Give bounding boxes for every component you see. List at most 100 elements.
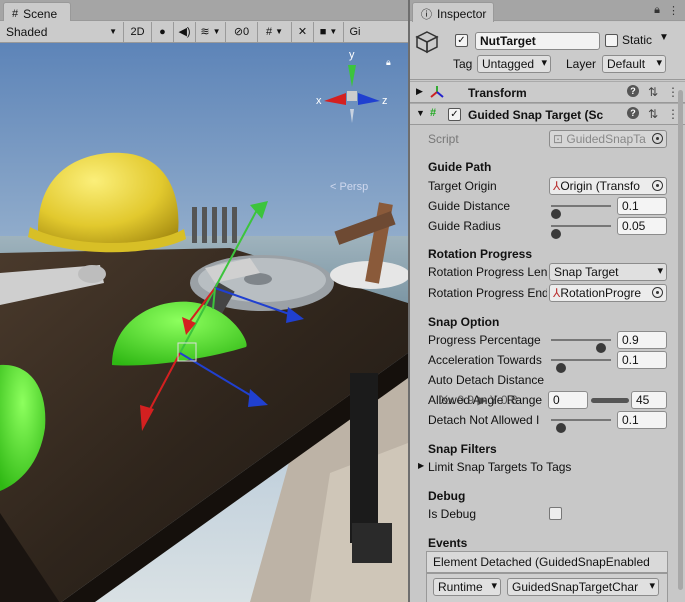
lock-icon[interactable]: 🔒︎: [386, 57, 391, 68]
perspective-label[interactable]: < Persp: [330, 181, 368, 193]
2d-label: 2D: [130, 25, 145, 38]
guide-distance-field[interactable]: 0.1: [617, 197, 667, 215]
script-value: GuidedSnapTa: [566, 132, 646, 146]
tag-label: Tag: [453, 57, 473, 71]
target-origin-field[interactable]: ⅄Origin (Transfo: [549, 177, 667, 195]
inspector-tab[interactable]: ⓘ Inspector: [412, 2, 494, 22]
allowed-angle-row: Allowed Angle Range Xx 0.9 ▶ Y 0.8 0 45: [410, 390, 675, 410]
detach-not-allowed-label: Detach Not Allowed I: [428, 413, 540, 427]
gizmo-center-cube[interactable]: [347, 91, 357, 101]
rotation-progress-len-dropdown[interactable]: Snap Target: [549, 263, 667, 281]
guide-radius-slider[interactable]: [551, 225, 611, 239]
scene-panel: # Scene Shaded ▼ 2D ● ◀) ≋ ▼ ⊘ 0 # ▼ ✕ ■…: [0, 0, 408, 602]
guide-distance-slider[interactable]: [551, 205, 611, 219]
guided-snap-component-header[interactable]: ▼ # ✓ Guided Snap Target (Sc ? ⇅ ⋮: [410, 103, 685, 125]
transform-component-header[interactable]: ▶ Transform ? ⇅ ⋮: [410, 81, 685, 103]
acceleration-row: Acceleration Towards 0.1: [410, 350, 675, 373]
grid-icon: #: [12, 7, 19, 20]
auto-detach-row: Auto Detach Distance: [410, 370, 675, 390]
foldout-expanded-icon[interactable]: ▼: [416, 108, 425, 118]
tag-dropdown[interactable]: Untagged: [477, 55, 551, 73]
object-picker-icon[interactable]: [652, 180, 663, 191]
axis-z-label: z: [382, 95, 388, 107]
transform-title: Transform: [468, 86, 527, 100]
foldout-collapsed-icon[interactable]: ▶: [416, 86, 423, 97]
grid-snap-icon: #: [265, 25, 273, 38]
preset-icon[interactable]: ⇅: [648, 85, 658, 99]
allowed-angle-max-field[interactable]: 45: [631, 391, 667, 409]
is-debug-label: Is Debug: [428, 507, 477, 521]
gizmo-neg-y-cone[interactable]: [350, 109, 354, 123]
inspector-scrollbar[interactable]: [678, 90, 683, 590]
progress-percentage-slider[interactable]: [551, 339, 611, 353]
help-icon[interactable]: ?: [626, 107, 639, 119]
scene-toolbar: Shaded ▼ 2D ● ◀) ≋ ▼ ⊘ 0 # ▼ ✕ ■ ▼ Gi: [0, 21, 408, 43]
menu-dots-icon[interactable]: ⋮: [668, 4, 679, 17]
chevron-down-icon: ▼: [212, 27, 221, 36]
gizmos-label: Gi: [349, 25, 361, 38]
detach-not-allowed-field[interactable]: 0.1: [617, 411, 667, 429]
preset-icon[interactable]: ⇅: [648, 107, 658, 121]
grid-snap-dropdown[interactable]: # ▼: [258, 21, 292, 42]
transform-header-icons: ? ⇅ ⋮: [626, 85, 679, 99]
object-header: ✓ NutTarget Static ▼ Tag Untagged Layer …: [410, 22, 685, 80]
gizmo-x-cone[interactable]: [324, 93, 346, 105]
lock-icon[interactable]: 🔒︎: [654, 4, 660, 17]
is-debug-checkbox[interactable]: [549, 507, 562, 520]
target-origin-label: Target Origin: [428, 179, 497, 193]
slider-knob[interactable]: [556, 423, 566, 433]
transform-icon: [430, 86, 444, 98]
camera-icon: ■: [319, 25, 327, 38]
gizmo-y-cone[interactable]: [348, 65, 356, 87]
min-max-slider[interactable]: [591, 398, 629, 403]
scene-tab[interactable]: # Scene: [3, 2, 71, 22]
rotation-progress-end-label: Rotation Progress End: [428, 286, 547, 300]
target-origin-value: Origin (Transfo: [560, 179, 640, 193]
detach-not-allowed-row: Detach Not Allowed I 0.1: [410, 410, 675, 433]
orientation-gizmo[interactable]: [310, 53, 390, 133]
slider-knob[interactable]: [551, 229, 561, 239]
tab-right-icons: 🔒︎ ⋮: [654, 4, 679, 17]
script-icon: #: [430, 107, 437, 119]
hidden-count: 0: [243, 25, 250, 38]
speaker-icon: ◀): [178, 26, 191, 38]
rotation-progress-end-field[interactable]: ⅄RotationProgre: [549, 284, 667, 302]
active-checkbox[interactable]: ✓: [455, 34, 468, 47]
auto-detach-label: Auto Detach Distance: [428, 373, 545, 387]
help-icon[interactable]: ?: [626, 85, 639, 97]
runtime-dropdown[interactable]: Runtime: [433, 578, 501, 596]
scene-visibility-toggle[interactable]: ⊘ 0: [226, 21, 258, 42]
detach-not-allowed-slider[interactable]: [551, 419, 611, 433]
effects-dropdown[interactable]: ≋ ▼: [196, 21, 226, 42]
guide-radius-row: Guide Radius 0.05: [410, 216, 675, 239]
component-enabled-checkbox[interactable]: ✓: [448, 108, 461, 121]
guide-radius-field[interactable]: 0.05: [617, 217, 667, 235]
shading-mode-dropdown[interactable]: Shaded ▼: [0, 21, 124, 42]
event-function-dropdown[interactable]: GuidedSnapTargetChar: [507, 578, 659, 596]
scene-viewport[interactable]: y x z < Persp 🔒︎: [0, 43, 408, 602]
gizmo-z-cone[interactable]: [358, 93, 380, 105]
guide-distance-label: Guide Distance: [428, 199, 511, 213]
rotation-progress-header: Rotation Progress: [428, 247, 533, 261]
object-name-field[interactable]: NutTarget: [475, 32, 600, 50]
2d-toggle-button[interactable]: 2D: [124, 21, 152, 42]
script-icon: ⊡: [553, 132, 564, 146]
allowed-angle-min-field[interactable]: 0: [548, 391, 588, 409]
limit-snap-tags-row[interactable]: ▶ Limit Snap Targets To Tags: [410, 457, 675, 477]
foldout-collapsed-icon[interactable]: ▶: [418, 461, 424, 470]
progress-percentage-field[interactable]: 0.9: [617, 331, 667, 349]
acceleration-field[interactable]: 0.1: [617, 351, 667, 369]
script-row: Script ⊡ GuidedSnapTa: [410, 129, 675, 149]
chevron-down-icon[interactable]: ▼: [659, 32, 669, 43]
chevron-down-icon: ▼: [109, 27, 117, 36]
camera-dropdown[interactable]: ■ ▼: [314, 21, 344, 42]
lighting-toggle-button[interactable]: ●: [152, 21, 174, 42]
audio-toggle-button[interactable]: ◀): [174, 21, 196, 42]
object-picker-icon[interactable]: [652, 287, 663, 298]
tools-button[interactable]: ✕: [292, 21, 314, 42]
gizmos-dropdown[interactable]: Gi: [344, 22, 366, 42]
layer-dropdown[interactable]: Default: [602, 55, 666, 73]
object-picker-icon: [652, 133, 663, 144]
acceleration-slider[interactable]: [551, 359, 611, 373]
static-checkbox[interactable]: [605, 34, 618, 47]
